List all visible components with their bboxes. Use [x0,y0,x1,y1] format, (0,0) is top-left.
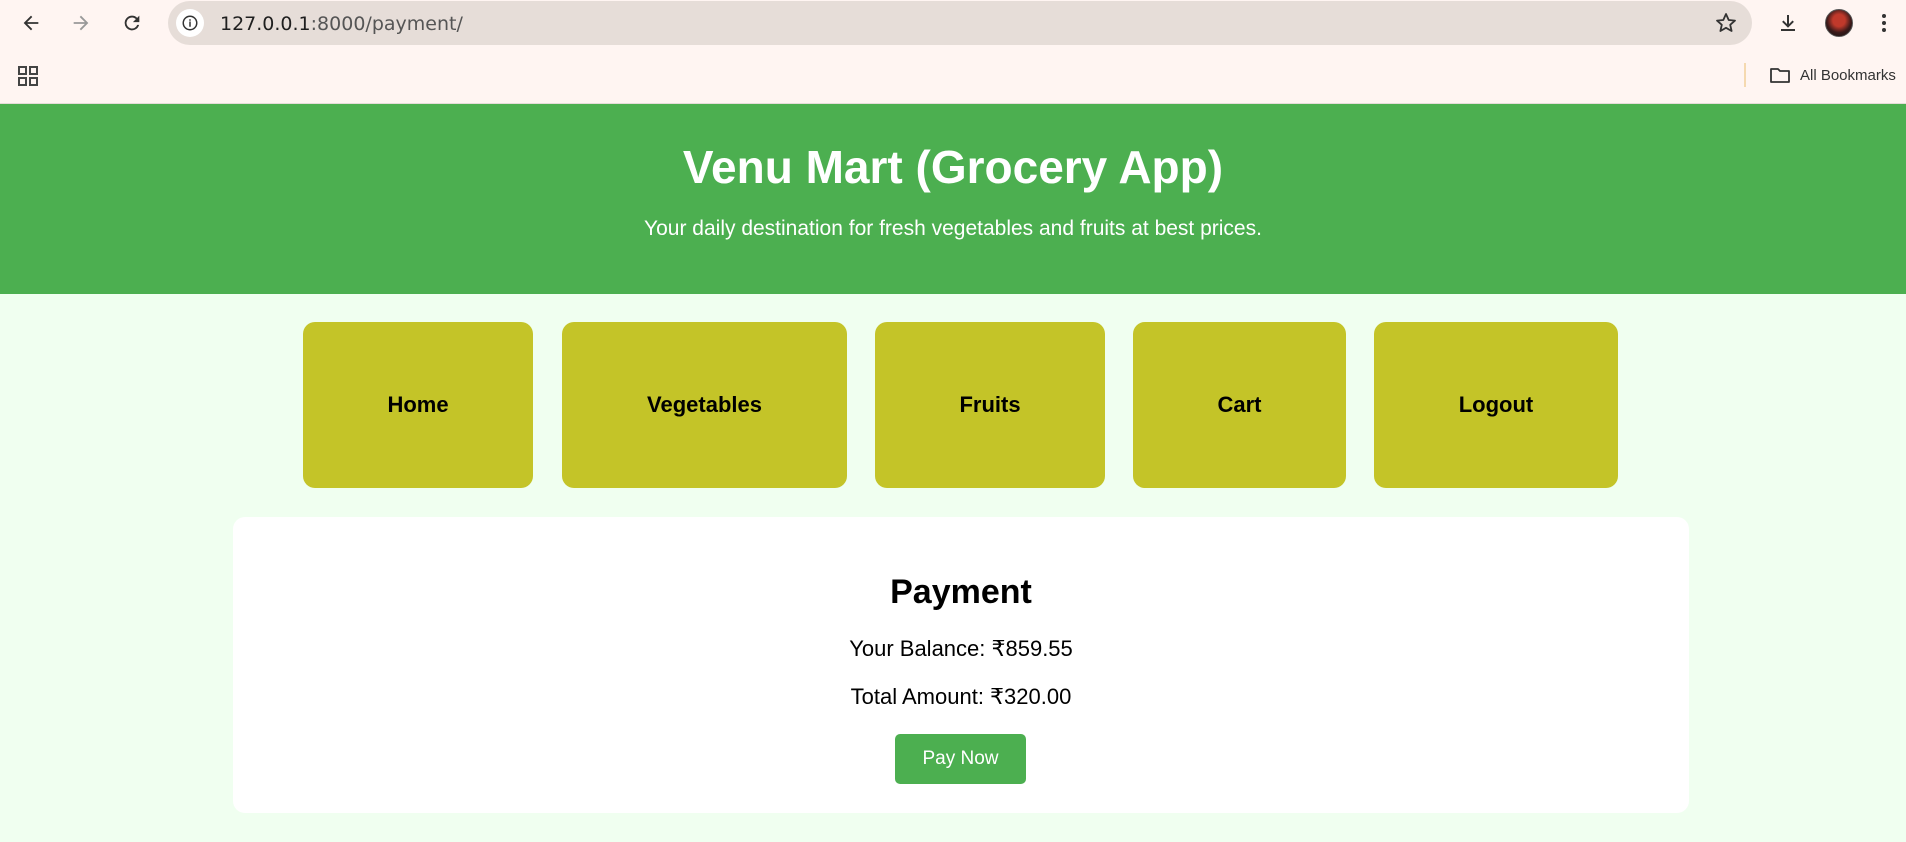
pay-now-button[interactable]: Pay Now [895,734,1026,784]
browser-toolbar: 127.0.0.1:8000/payment/ [0,0,1906,46]
site-title: Venu Mart (Grocery App) [682,141,1224,193]
all-bookmarks-label: All Bookmarks [1800,66,1896,84]
reload-button[interactable] [116,7,148,39]
forward-arrow-icon [73,15,89,31]
download-button[interactable] [1772,7,1804,39]
site-header: Venu Mart (Grocery App) Your daily desti… [0,104,1906,294]
address-bar[interactable]: 127.0.0.1:8000/payment/ [168,1,1752,45]
bookmarks-bar: All Bookmarks [0,46,1906,104]
payment-card: Payment Your Balance: ₹859.55 Total Amou… [233,517,1689,813]
back-arrow-icon [23,15,39,31]
bookmarks-divider [1744,63,1746,87]
nav-logout[interactable]: Logout [1374,322,1618,488]
avatar [1825,9,1853,37]
profile-button[interactable] [1823,7,1855,39]
site-info-button[interactable] [176,9,204,37]
bookmark-star-button[interactable] [1714,11,1738,35]
balance-text: Your Balance: ₹859.55 [849,636,1073,661]
url-host: 127.0.0.1 [220,13,311,35]
browser-menu-button[interactable] [1872,7,1896,39]
page-content: Venu Mart (Grocery App) Your daily desti… [0,104,1906,842]
nav-cart[interactable]: Cart [1133,322,1346,488]
apps-button[interactable] [16,64,40,88]
nav-vegetables[interactable]: Vegetables [562,322,847,488]
reload-icon [124,15,140,31]
kebab-menu-icon [1882,14,1886,32]
info-icon [182,15,198,31]
back-button[interactable] [15,7,47,39]
total-amount-text: Total Amount: ₹320.00 [850,684,1072,709]
site-tagline: Your daily destination for fresh vegetab… [644,217,1262,240]
nav-fruits[interactable]: Fruits [875,322,1105,488]
apps-grid-icon [18,66,38,86]
download-icon [1781,15,1795,31]
all-bookmarks-button[interactable]: All Bookmarks [1768,62,1896,88]
payment-title: Payment [890,573,1032,611]
forward-button[interactable] [65,7,97,39]
folder-icon [1770,68,1790,83]
star-icon [1716,13,1736,32]
url-text[interactable]: 127.0.0.1:8000/payment/ [220,13,463,35]
url-path: :8000/payment/ [310,13,463,35]
nav-home[interactable]: Home [303,322,533,488]
